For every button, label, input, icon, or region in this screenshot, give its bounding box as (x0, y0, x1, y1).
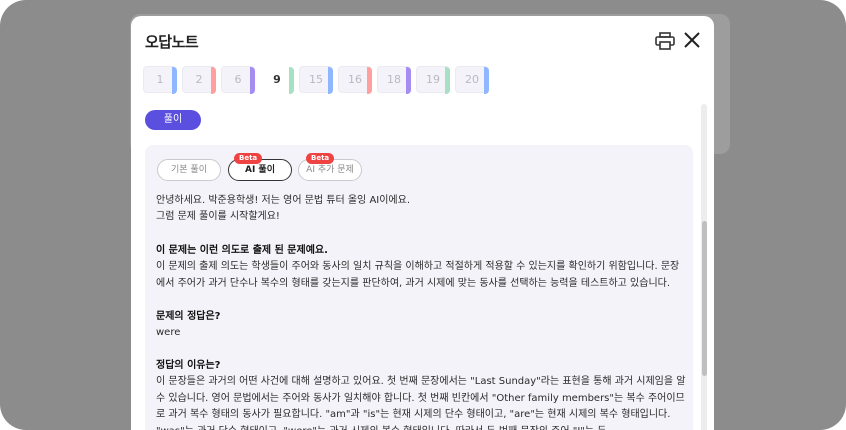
tab-ai-solution[interactable]: Beta AI 풀이 (228, 153, 292, 181)
question-chip-current[interactable]: 9 (260, 66, 294, 94)
beta-badge: Beta (306, 153, 335, 164)
explanation-panel: 기본 풀이 Beta AI 풀이 Beta AI 추가 문제 안녕하세요. 박준… (145, 145, 693, 430)
intent-heading: 이 문제는 이런 의도로 출제 된 문제예요. (156, 245, 328, 256)
wrong-answer-note-modal: 오답노트 1 2 6 9 15 16 18 19 20 풀이 기본 풀이 Bet… (131, 16, 714, 430)
scrollbar-thumb[interactable] (702, 221, 707, 376)
answer-heading: 문제의 정답은? (156, 311, 221, 322)
intent-section: 이 문제는 이런 의도로 출제 된 문제예요. 이 문제의 출제 의도는 학생들… (156, 243, 686, 292)
question-chip[interactable]: 20 (455, 66, 489, 94)
question-chip[interactable]: 15 (299, 66, 333, 94)
reason-heading: 정답의 이유는? (156, 360, 221, 371)
question-chip[interactable]: 6 (221, 66, 255, 94)
beta-badge: Beta (234, 153, 263, 164)
question-chip[interactable]: 1 (143, 66, 177, 94)
print-icon[interactable] (655, 32, 675, 50)
answer-section: 문제의 정답은? were (156, 309, 686, 342)
tab-ai-extra-problem[interactable]: Beta AI 추가 문제 (298, 153, 362, 181)
question-chip[interactable]: 18 (377, 66, 411, 94)
solve-button[interactable]: 풀이 (145, 110, 201, 130)
modal-title: 오답노트 (145, 33, 199, 51)
answer-value: were (156, 327, 181, 339)
question-chip[interactable]: 16 (338, 66, 372, 94)
reason-body: 이 문장들은 과거의 어떤 사건에 대해 설명하고 있어요. 첫 번째 문장에서… (156, 376, 686, 430)
intent-body: 이 문제의 출제 의도는 학생들이 주어와 동사의 일치 규칙을 이해하고 적절… (156, 261, 680, 289)
question-chip[interactable]: 2 (182, 66, 216, 94)
greeting-text: 안녕하세요. 박준용학생! 저는 영어 문법 튜터 올잉 AI이에요. 그럼 문… (156, 195, 411, 223)
question-chip[interactable]: 19 (416, 66, 450, 94)
tab-basic-solution[interactable]: 기본 풀이 (157, 159, 221, 181)
reason-section: 정답의 이유는? 이 문장들은 과거의 어떤 사건에 대해 설명하고 있어요. … (156, 358, 686, 430)
screen-frame: ⨯ ○ ⨯ ⨯ ⨯ 오답노트 1 2 6 9 15 16 18 19 20 풀이 (0, 0, 846, 430)
close-icon[interactable] (683, 31, 701, 49)
